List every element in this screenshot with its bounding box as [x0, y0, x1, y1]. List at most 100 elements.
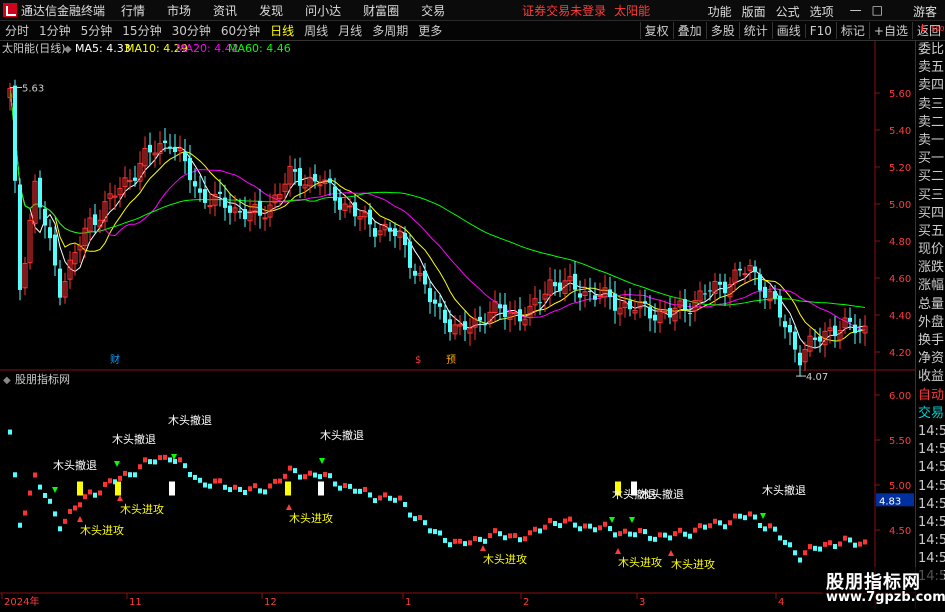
sidebar-item: 14:56: [918, 496, 945, 512]
ma-toggle-icon[interactable]: ◆: [64, 44, 72, 55]
event-marker[interactable]: 财: [110, 353, 120, 366]
indicator-bar: [758, 522, 762, 528]
indicator-bar: [723, 524, 727, 530]
candle-body: [593, 295, 597, 300]
candle-body: [498, 304, 502, 309]
candle-body: [503, 304, 507, 318]
indicator-title: 股朋指标网: [15, 372, 70, 386]
indicator-bar: [383, 492, 387, 498]
period-more[interactable]: 更多: [416, 22, 444, 39]
tool-tongji[interactable]: 统计: [738, 22, 772, 39]
indicator-bar: [713, 518, 717, 524]
indicator-bar: [218, 478, 222, 484]
event-marker[interactable]: 预: [446, 354, 456, 366]
period-multi[interactable]: 多周期: [370, 22, 410, 39]
indicator-bar: [648, 535, 652, 541]
menu-banmian[interactable]: 版面: [742, 3, 766, 20]
candle-body: [433, 299, 437, 304]
indicator-bar: [213, 478, 217, 484]
indicator-bar: [133, 472, 137, 478]
period-weekly[interactable]: 周线: [302, 22, 330, 39]
indicator-bar: [63, 518, 67, 524]
candle-body: [317, 184, 323, 187]
menu-caifuquan[interactable]: 财富圈: [363, 2, 399, 19]
tool-f10[interactable]: F10: [804, 23, 836, 38]
sidebar-item: 14:56: [918, 551, 945, 567]
kline-chart-svg[interactable]: 5.60 5.40 5.20 5.00 4.80 4.60 4.40 4.20 5.63 4.0…: [0, 41, 916, 609]
period-15min[interactable]: 15分钟: [120, 22, 163, 39]
tool-diejia[interactable]: 叠加: [672, 22, 706, 39]
sidebar-item: 买五: [918, 223, 945, 239]
indicator-bar: [38, 484, 42, 490]
indicator-bar: [43, 492, 47, 498]
signal-bar: [77, 481, 83, 496]
candle-body: [668, 308, 672, 318]
candle-body: [858, 329, 862, 331]
menu-zixun[interactable]: 资讯: [213, 2, 237, 19]
menu-wenxiaoda[interactable]: 问小达: [305, 2, 341, 19]
indicator-bar: [233, 484, 237, 490]
login-notice[interactable]: 证券交易未登录: [522, 2, 606, 19]
signal-bar: [115, 481, 121, 496]
maximize-icon[interactable]: □: [872, 3, 883, 20]
candle-body: [188, 157, 192, 181]
indicator-bar: [393, 497, 397, 503]
menu-hangqing[interactable]: 行情: [121, 2, 145, 19]
period-daily[interactable]: 日线: [268, 22, 296, 39]
indicator-bar: [323, 471, 327, 477]
candle-body: [133, 177, 137, 181]
indicator-bar: [228, 487, 232, 493]
scroll-indicator[interactable]: L 500: [919, 22, 945, 38]
menu-jiaoyi[interactable]: 交易: [421, 2, 445, 19]
tool-huaxian[interactable]: 画线: [771, 22, 805, 39]
indicator-tick-label: 5.50: [889, 436, 911, 447]
menu-gongneng[interactable]: 功能: [708, 3, 732, 20]
guest-login[interactable]: 游客: [913, 3, 937, 20]
price-tick-label: 4.20: [889, 348, 911, 359]
tool-duogu[interactable]: 多股: [705, 22, 739, 39]
tool-fuquan[interactable]: 复权: [639, 22, 673, 39]
indicator-bar: [403, 501, 407, 507]
chart-area[interactable]: 5.60 5.40 5.20 5.00 4.80 4.60 4.40 4.20 5.63 4.0…: [0, 41, 916, 609]
menu-faxian[interactable]: 发现: [259, 2, 283, 19]
indicator-bar: [618, 531, 622, 537]
period-5min[interactable]: 5分钟: [79, 22, 115, 39]
candle-body: [683, 299, 687, 310]
period-monthly[interactable]: 月线: [336, 22, 364, 39]
tool-zixuan[interactable]: +自选: [868, 22, 912, 39]
candle-body: [353, 202, 357, 217]
tool-biaoji[interactable]: 标记: [835, 22, 869, 39]
candle-body: [553, 282, 557, 287]
indicator-bar: [838, 541, 842, 547]
indicator-bar: [93, 492, 97, 498]
indicator-bar: [98, 490, 102, 496]
indicator-bar: [688, 533, 692, 539]
indicator-bar: [388, 495, 392, 501]
time-tick-label: 11: [129, 597, 142, 608]
menu-xuanxiang[interactable]: 选项: [810, 3, 834, 20]
period-30min[interactable]: 30分钟: [170, 22, 213, 39]
indicator-bar: [248, 486, 252, 492]
indicator-bar: [733, 513, 737, 519]
time-tick-label: 2024年: [4, 595, 39, 608]
sidebar-item: 收益: [918, 369, 945, 385]
minimize-icon[interactable]: —: [850, 3, 862, 20]
period-1min[interactable]: 1分钟: [37, 22, 73, 39]
indicator-bar: [18, 522, 22, 528]
indicator-toggle-icon[interactable]: ◆: [3, 375, 11, 386]
menu-gongshi[interactable]: 公式: [776, 3, 800, 20]
price-tick-label: 5.40: [889, 126, 911, 137]
period-60min[interactable]: 60分钟: [219, 22, 262, 39]
menu-shichang[interactable]: 市场: [167, 2, 191, 19]
candle-body: [758, 274, 762, 291]
indicator-bar: [243, 490, 247, 496]
sidebar-item: 外盘: [918, 314, 945, 330]
indicator-bar: [23, 510, 27, 516]
candle-body: [588, 290, 592, 292]
indicator-bar: [613, 532, 617, 538]
period-fenshi[interactable]: 分时: [3, 22, 31, 39]
ma5-label: MA5: 4.33: [75, 42, 131, 55]
candle-body: [643, 301, 647, 304]
event-marker[interactable]: $: [415, 355, 421, 366]
candle-body: [183, 151, 187, 162]
